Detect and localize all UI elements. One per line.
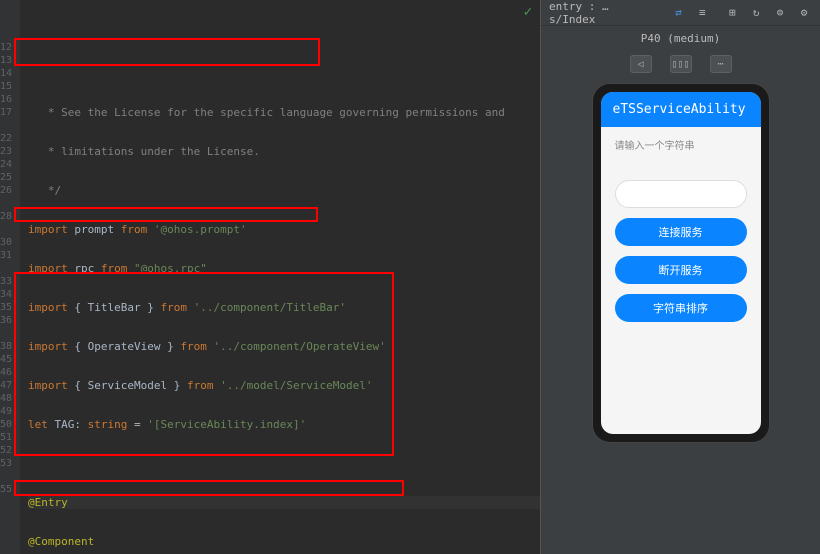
sort-string-button[interactable]: 字符串排序	[615, 294, 747, 322]
device-name: P40 (medium)	[541, 26, 820, 51]
line-gutter: 121314151617 222324252628 303133343536 3…	[0, 0, 20, 554]
preview-nav-buttons: ◁ ▯▯▯ ⋯	[541, 51, 820, 79]
refresh-icon[interactable]: ↻	[748, 5, 764, 21]
highlight-box	[14, 207, 318, 222]
highlight-box	[14, 38, 320, 66]
disconnect-service-button[interactable]: 断开服务	[615, 256, 747, 284]
app-title: eTSServiceAbility	[601, 92, 761, 127]
device-frame: eTSServiceAbility 请输入一个字符串 连接服务 断开服务 字符串…	[592, 83, 770, 443]
grid-icon[interactable]: ⊞	[724, 5, 740, 21]
message-icon[interactable]: ⊜	[772, 5, 788, 21]
nav-back-button[interactable]: ◁	[630, 55, 652, 73]
preview-tab-label[interactable]: entry : …s/Index	[549, 0, 654, 26]
preview-panel: entry : …s/Index ⇄ ≡ ⊞ ↻ ⊜ ⚙ P40 (medium…	[540, 0, 820, 554]
input-hint: 请输入一个字符串	[615, 137, 747, 152]
code-editor-panel[interactable]: ✓ 121314151617 222324252628 303133343536…	[0, 0, 540, 554]
settings-icon[interactable]: ⚙	[796, 5, 812, 21]
nav-split-button[interactable]: ▯▯▯	[670, 55, 692, 73]
text-input[interactable]	[615, 180, 747, 208]
layers-icon[interactable]: ≡	[694, 5, 710, 21]
panel-swap-icon[interactable]: ⇄	[670, 5, 686, 21]
device-screen[interactable]: eTSServiceAbility 请输入一个字符串 连接服务 断开服务 字符串…	[601, 92, 761, 434]
connect-service-button[interactable]: 连接服务	[615, 218, 747, 246]
analysis-ok-icon: ✓	[524, 4, 532, 20]
preview-toolbar: entry : …s/Index ⇄ ≡ ⊞ ↻ ⊜ ⚙	[541, 0, 820, 26]
code-area[interactable]: * See the License for the specific langu…	[20, 0, 540, 554]
highlight-box	[14, 480, 404, 496]
nav-more-button[interactable]: ⋯	[710, 55, 732, 73]
